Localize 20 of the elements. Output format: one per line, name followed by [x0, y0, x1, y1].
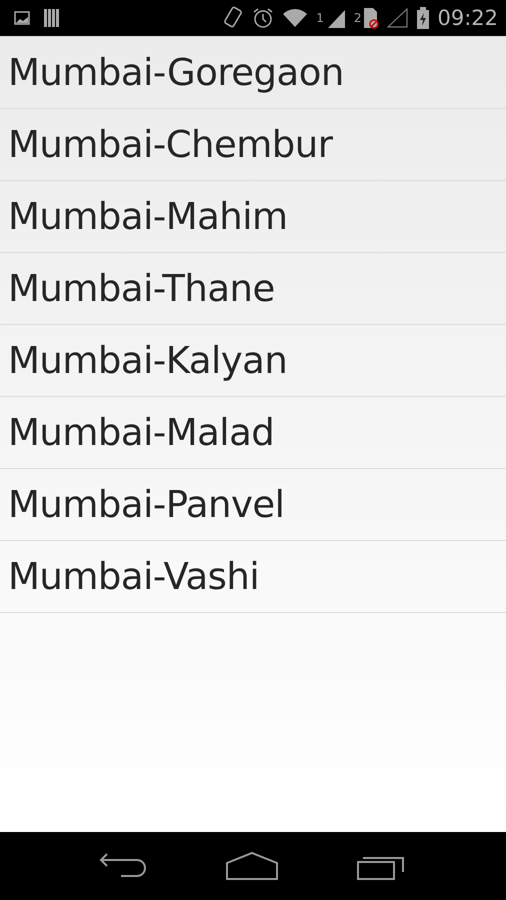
list-item[interactable]: Mumbai-Mahim — [0, 181, 506, 253]
barcode-icon — [44, 9, 60, 27]
battery-icon — [417, 7, 430, 29]
clock: 09:22 — [437, 6, 498, 30]
sim-card-icon — [363, 7, 380, 29]
signal-icon — [326, 8, 346, 28]
sim-number: 2 — [354, 11, 362, 25]
list-item[interactable]: Mumbai-Panvel — [0, 469, 506, 541]
wifi-icon — [282, 8, 308, 28]
list-item[interactable]: Mumbai-Kalyan — [0, 325, 506, 397]
vibrate-icon — [222, 6, 244, 30]
list-item[interactable]: Mumbai-Malad — [0, 397, 506, 469]
signal-icon — [387, 8, 410, 28]
list-item[interactable]: Mumbai-Vashi — [0, 541, 506, 613]
image-icon — [14, 11, 30, 25]
list-item[interactable]: Mumbai-Thane — [0, 253, 506, 325]
sim-number: 1 — [316, 11, 324, 25]
list-item[interactable]: Mumbai-Chembur — [0, 109, 506, 181]
list-item[interactable]: Mumbai-Goregaon — [0, 37, 506, 109]
alarm-icon — [252, 7, 274, 29]
